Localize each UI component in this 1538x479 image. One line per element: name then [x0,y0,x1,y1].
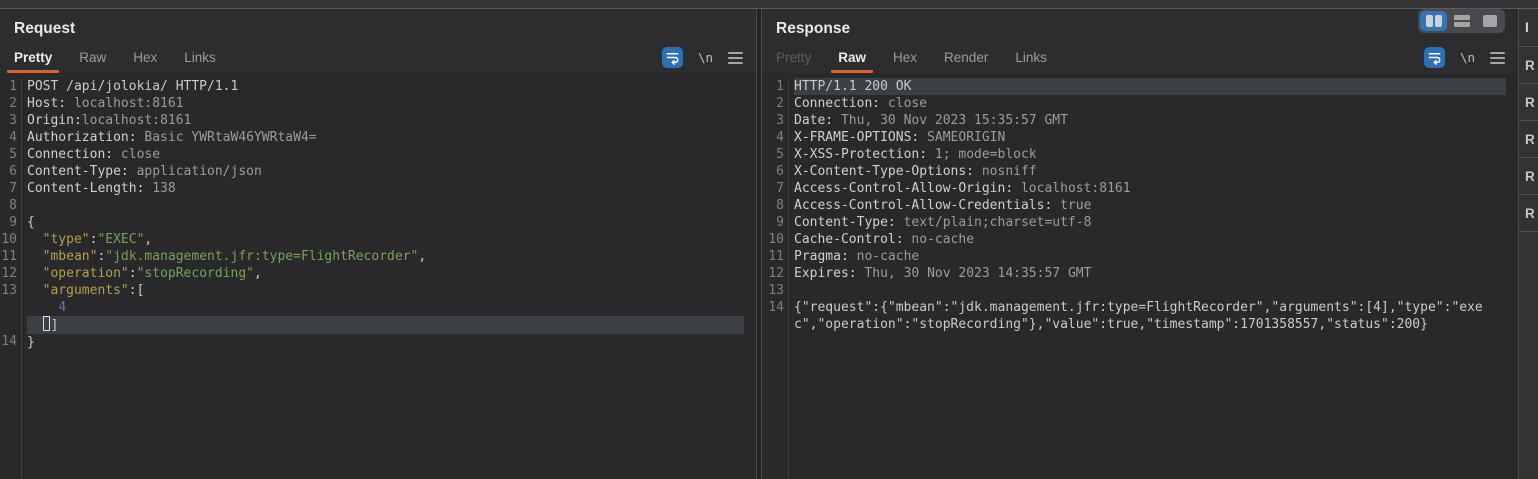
request-panel: Request Pretty Raw Hex Links \n [0,9,756,479]
single-layout-button[interactable] [1476,11,1503,31]
request-tab-hex[interactable]: Hex [133,42,157,73]
single-pane-icon [1483,15,1497,27]
code-line: {"request":{"mbean":"jdk.management.jfr:… [794,299,1506,333]
code-line [794,282,1506,299]
inspector-section-cell[interactable]: R [1519,84,1538,121]
inspector-title-cell[interactable]: I [1519,9,1538,47]
response-panel-title: Response [762,9,1518,42]
columns-layout-button[interactable] [1420,11,1447,31]
code-line: Connection: close [794,95,1506,112]
response-tabs-bar: Pretty Raw Hex Render Links \n [762,42,1518,73]
code-line: Cache-Control: no-cache [794,231,1506,248]
hamburger-menu-icon[interactable] [728,52,743,64]
request-tab-pretty[interactable]: Pretty [14,42,52,73]
code-line: X-FRAME-OPTIONS: SAMEORIGIN [794,129,1506,146]
request-tab-raw[interactable]: Raw [79,42,106,73]
code-line: "mbean":"jdk.management.jfr:type=FlightR… [27,248,744,265]
code-line: Expires: Thu, 30 Nov 2023 14:35:57 GMT [794,265,1506,282]
newline-toggle[interactable]: \n [698,50,713,65]
code-line: X-XSS-Protection: 1; mode=block [794,146,1506,163]
request-tabs-bar: Pretty Raw Hex Links \n [0,42,756,73]
code-line: Date: Thu, 30 Nov 2023 15:35:57 GMT [794,112,1506,129]
response-tab-raw[interactable]: Raw [838,42,866,73]
rows-layout-button[interactable] [1448,11,1475,31]
text-cursor [43,316,50,331]
response-tab-pretty[interactable]: Pretty [776,42,811,73]
request-editor-code: POST /api/jolokia/ HTTP/1.1Host: localho… [22,78,744,479]
inspector-section-cell[interactable]: R [1519,158,1538,195]
code-line: "operation":"stopRecording", [27,265,744,282]
code-line: } [27,334,744,351]
word-wrap-icon [1427,50,1442,65]
response-tab-links[interactable]: Links [1015,42,1047,73]
newline-toggle[interactable]: \n [1460,50,1475,65]
request-editor-toolbar: \n [662,42,756,73]
response-editor[interactable]: 1234567891011121314 HTTP/1.1 200 OKConne… [762,73,1518,479]
code-line: Host: localhost:8161 [27,95,744,112]
word-wrap-toggle-button[interactable] [662,47,683,68]
request-editor-gutter: 12345678910111213 14 [0,78,22,479]
inspector-collapsed-strip: I R R R R R [1518,9,1538,479]
code-line: Content-Type: text/plain;charset=utf-8 [794,214,1506,231]
response-editor-code: HTTP/1.1 200 OKConnection: closeDate: Th… [789,78,1506,479]
code-line: X-Content-Type-Options: nosniff [794,163,1506,180]
inspector-section-cell[interactable]: R [1519,47,1538,84]
code-line: Origin:localhost:8161 [27,112,744,129]
code-line: { [27,214,744,231]
word-wrap-toggle-button[interactable] [1424,47,1445,68]
code-line: HTTP/1.1 200 OK [794,78,1506,95]
code-line: Access-Control-Allow-Credentials: true [794,197,1506,214]
code-line: "type":"EXEC", [27,231,744,248]
response-tab-render[interactable]: Render [944,42,988,73]
hamburger-menu-icon[interactable] [1490,52,1505,64]
code-line: Access-Control-Allow-Origin: localhost:8… [794,180,1506,197]
word-wrap-icon [665,50,680,65]
code-line [27,197,744,214]
top-strip [0,0,1538,9]
code-line: 4 [27,299,744,316]
view-layout-switcher [1418,9,1505,33]
response-editor-gutter: 1234567891011121314 [762,78,789,479]
request-tab-links[interactable]: Links [184,42,216,73]
request-editor[interactable]: 12345678910111213 14 POST /api/jolokia/ … [0,73,756,479]
code-line: Pragma: no-cache [794,248,1506,265]
code-line: "arguments":[ [27,282,744,299]
request-panel-title: Request [0,9,756,42]
code-line: ] [27,316,744,334]
response-editor-toolbar: \n [1424,42,1518,73]
rows-icon [1454,15,1470,27]
columns-icon [1435,15,1442,27]
code-line: Content-Length: 138 [27,180,744,197]
inspector-section-cell[interactable]: R [1519,121,1538,158]
code-line: POST /api/jolokia/ HTTP/1.1 [27,78,744,95]
response-panel: Response Pretty Raw Hex Render Links \n [762,9,1518,479]
code-line: Authorization: Basic YWRtaW46YWRtaW4= [27,129,744,146]
columns-icon [1426,15,1433,27]
inspector-section-cell[interactable]: R [1519,195,1538,232]
code-line: Connection: close [27,146,744,163]
code-line: Content-Type: application/json [27,163,744,180]
response-tab-hex[interactable]: Hex [893,42,917,73]
